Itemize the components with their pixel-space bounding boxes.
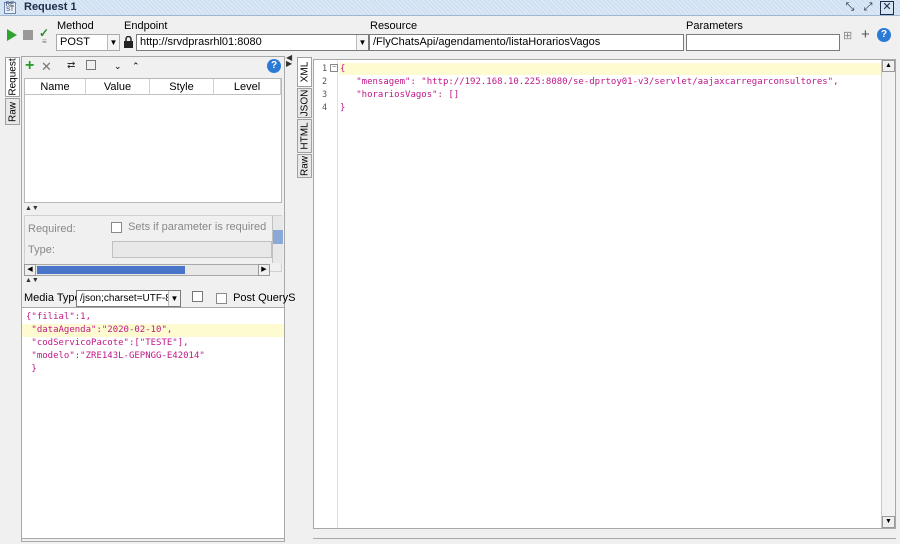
current-line-highlight bbox=[339, 63, 881, 75]
move-up-icon[interactable]: ⌃ bbox=[132, 61, 140, 72]
request-body-line: {"filial":1, bbox=[26, 312, 92, 322]
close-icon[interactable]: ✕ bbox=[880, 1, 894, 15]
maximize-icon[interactable]: ⤢ bbox=[861, 1, 875, 15]
restore-icon[interactable]: ⤡ bbox=[843, 1, 857, 15]
resource-input[interactable]: /FlyChatsApi/agendamento/listaHorariosVa… bbox=[369, 34, 684, 51]
resource-value: /FlyChatsApi/agendamento/listaHorariosVa… bbox=[373, 36, 601, 48]
column-name[interactable]: Name bbox=[25, 79, 86, 95]
line-number: 4 bbox=[322, 103, 328, 113]
scrollbar-thumb[interactable] bbox=[273, 230, 283, 244]
move-down-icon[interactable]: ⌄ bbox=[114, 61, 122, 72]
parameters-label: Parameters bbox=[686, 20, 743, 32]
media-type-value: /json;charset=UTF-8 bbox=[80, 293, 171, 304]
chevron-down-icon: ▼ bbox=[107, 35, 119, 50]
type-input[interactable] bbox=[112, 241, 272, 258]
rest-icon: RE ST bbox=[4, 2, 16, 14]
response-editor[interactable]: 1 − 2 3 4 { "mensagem": "http://192.168.… bbox=[313, 59, 896, 529]
request-body-editor[interactable]: {"filial":1, "dataAgenda":"2020-02-10", … bbox=[22, 307, 284, 539]
delete-parameter-icon[interactable]: ✕ bbox=[41, 59, 52, 75]
required-checkbox[interactable] bbox=[111, 221, 122, 233]
scrollbar-thumb[interactable] bbox=[37, 266, 185, 274]
tab-raw-request[interactable]: Raw bbox=[5, 98, 20, 125]
help-icon[interactable]: ? bbox=[877, 28, 891, 42]
move-parameter-icon[interactable]: ⇄ bbox=[67, 60, 75, 71]
chevron-down-icon: ▼ bbox=[356, 35, 368, 50]
add-parameter-icon[interactable]: + bbox=[25, 57, 34, 75]
response-line: "mensagem": "http://192.168.10.225:8080/… bbox=[340, 77, 839, 87]
request-body-line: "codServicoPacote":["TESTE"], bbox=[26, 338, 189, 348]
response-line: "horariosVagos": [] bbox=[340, 90, 460, 100]
parameters-grid-header: Name Value Style Level bbox=[25, 79, 281, 95]
required-checkbox-row: Sets if parameter is required bbox=[111, 221, 266, 233]
chevron-down-icon: ▼ bbox=[168, 291, 180, 306]
vertical-scrollbar[interactable] bbox=[272, 216, 283, 263]
bottom-divider bbox=[21, 538, 285, 539]
request-toolbar: ✓ ≡ Method POST ▼ Endpoint http://srvdpr… bbox=[0, 17, 900, 54]
response-vertical-scrollbar[interactable]: ▲ ▼ bbox=[881, 60, 895, 528]
request-body-line: "modelo":"ZRE143L-GEPNGG-E42014" bbox=[26, 351, 205, 361]
media-type-editor-icon[interactable] bbox=[192, 291, 203, 302]
post-querystring-checkbox[interactable] bbox=[216, 292, 227, 304]
tab-request[interactable]: Request bbox=[5, 57, 20, 97]
help-icon[interactable]: ? bbox=[267, 59, 281, 73]
fold-icon[interactable]: − bbox=[330, 64, 338, 72]
line-number: 3 bbox=[322, 90, 328, 100]
splitter-handle-icon[interactable]: ▲▼ bbox=[25, 277, 39, 284]
media-type-label: Media Type bbox=[24, 292, 81, 304]
parameters-editor-icon[interactable]: ⊞ bbox=[843, 29, 852, 42]
options-icon[interactable]: ≡ bbox=[42, 37, 47, 46]
copy-parameter-icon[interactable] bbox=[86, 60, 96, 70]
line-number-gutter bbox=[314, 60, 338, 528]
endpoint-value: http://srvdprasrhl01:8080 bbox=[140, 36, 262, 48]
scroll-down-icon[interactable]: ▼ bbox=[882, 516, 895, 528]
method-label: Method bbox=[57, 20, 94, 32]
type-label: Type: bbox=[28, 244, 55, 256]
endpoint-input[interactable]: http://srvdprasrhl01:8080 ▼ bbox=[136, 34, 369, 51]
collapse-panel-icon[interactable]: ◀ ▶ bbox=[286, 54, 292, 68]
tab-raw-response[interactable]: Raw bbox=[297, 154, 312, 178]
window-title: Request 1 bbox=[24, 1, 77, 13]
column-level[interactable]: Level bbox=[214, 79, 281, 95]
parameters-input[interactable] bbox=[686, 34, 840, 51]
scroll-left-icon[interactable]: ◀ bbox=[24, 264, 36, 276]
scroll-right-icon[interactable]: ▶ bbox=[258, 264, 270, 276]
column-style[interactable]: Style bbox=[150, 79, 214, 95]
tab-json[interactable]: JSON bbox=[297, 88, 312, 118]
endpoint-label: Endpoint bbox=[124, 20, 168, 32]
horizontal-scrollbar[interactable]: ◀ ▶ bbox=[24, 264, 270, 276]
post-querystring-label: Post QueryS bbox=[233, 292, 296, 304]
post-querystring-row: Post QueryS bbox=[216, 292, 295, 304]
response-line: } bbox=[340, 103, 346, 113]
column-value[interactable]: Value bbox=[86, 79, 150, 95]
required-label: Required: bbox=[28, 223, 76, 235]
parameters-grid: Name Value Style Level bbox=[24, 78, 282, 203]
request-panel: + ✕ ⇄ ⌄ ⌃ ? Name Value Style Level ▲▼ Re… bbox=[21, 56, 295, 542]
resource-label: Resource bbox=[370, 20, 418, 32]
required-checkbox-label: Sets if parameter is required bbox=[128, 221, 267, 233]
lock-icon bbox=[124, 36, 133, 48]
method-value: POST bbox=[60, 36, 90, 48]
stop-icon[interactable] bbox=[23, 30, 33, 40]
play-icon[interactable] bbox=[6, 29, 18, 41]
tab-html[interactable]: HTML bbox=[297, 119, 312, 153]
add-icon[interactable]: + bbox=[861, 26, 870, 43]
line-number: 2 bbox=[322, 77, 328, 87]
tab-xml[interactable]: XML bbox=[297, 57, 312, 87]
scroll-up-icon[interactable]: ▲ bbox=[882, 60, 895, 72]
media-type-select[interactable]: /json;charset=UTF-8 ▼ bbox=[76, 290, 181, 307]
request-body-line: "dataAgenda":"2020-02-10", bbox=[26, 325, 173, 335]
request-body-line: } bbox=[26, 364, 37, 374]
line-number: 1 bbox=[322, 64, 328, 74]
splitter-handle-icon[interactable]: ▲▼ bbox=[25, 205, 39, 212]
response-line: { bbox=[340, 64, 346, 74]
bottom-divider bbox=[313, 538, 896, 539]
method-select[interactable]: POST ▼ bbox=[56, 34, 120, 51]
window-title-bar: RE ST Request 1 ⤡ ⤢ ✕ bbox=[0, 0, 900, 16]
